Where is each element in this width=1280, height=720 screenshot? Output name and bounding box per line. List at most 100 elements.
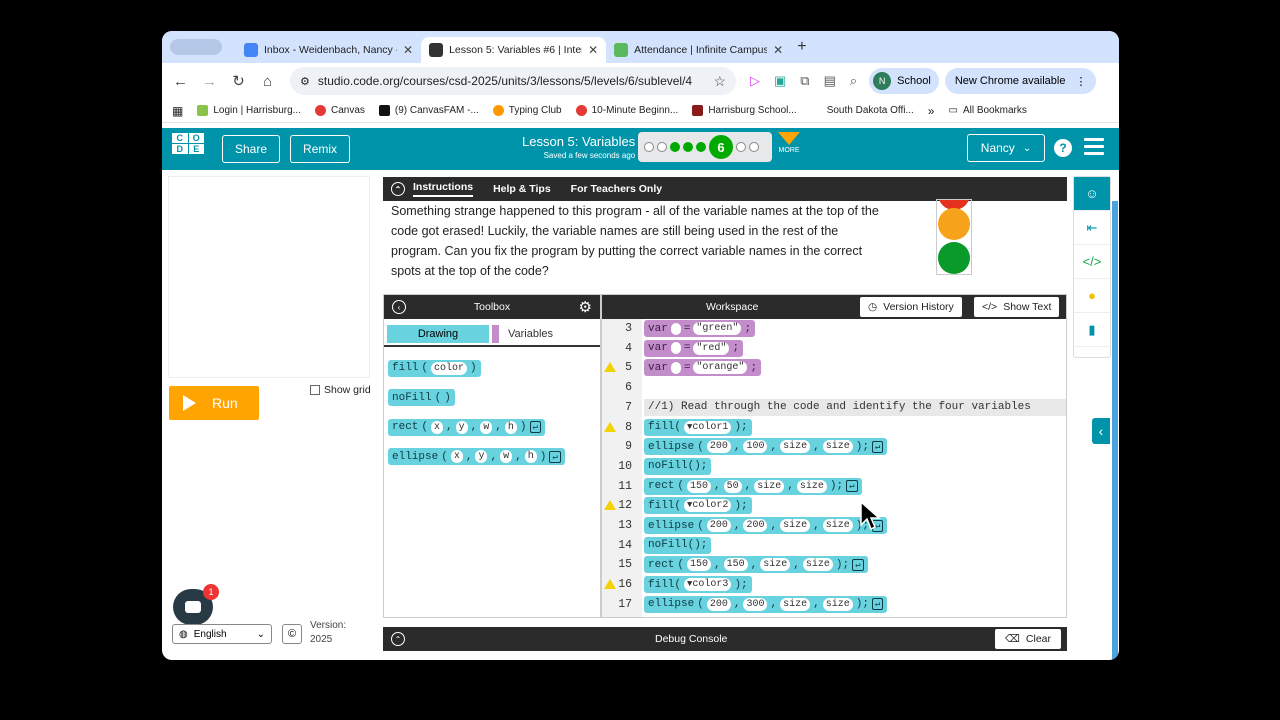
visualization-canvas[interactable] bbox=[168, 176, 370, 378]
level-dot[interactable] bbox=[696, 142, 706, 152]
block-arg[interactable]: size bbox=[780, 519, 811, 532]
warning-icon[interactable] bbox=[604, 500, 616, 511]
block-arg[interactable]: w bbox=[500, 450, 513, 463]
chevron-left-icon[interactable]: ‹ bbox=[1092, 418, 1110, 444]
gear-icon[interactable]: ⚙ bbox=[579, 298, 592, 316]
profile-chip[interactable]: N School bbox=[869, 68, 939, 94]
block-arg[interactable]: 50 bbox=[723, 479, 742, 493]
copyright-button[interactable]: © bbox=[282, 624, 302, 644]
code-area[interactable]: 3 var = "green"; 4 var = "red"; 5 var = "orange"; 6 7… bbox=[602, 319, 1066, 617]
block-arg[interactable]: y bbox=[455, 420, 468, 434]
block-arg[interactable]: 200 bbox=[706, 519, 731, 532]
block-arg[interactable]: size bbox=[760, 558, 791, 572]
language-select[interactable]: ◍ English ⌄ bbox=[172, 624, 272, 644]
warning-icon[interactable] bbox=[604, 362, 616, 373]
show-text-button[interactable]: </> Show Text bbox=[974, 297, 1060, 317]
code-org-logo[interactable]: C O D E bbox=[172, 133, 204, 165]
var-block[interactable]: var = "red"; bbox=[644, 339, 744, 357]
category-drawing[interactable]: Drawing bbox=[387, 325, 489, 343]
collapse-icon[interactable]: ⌃ bbox=[391, 182, 405, 196]
more-bookmarks-icon[interactable]: » bbox=[928, 104, 935, 118]
block-arg[interactable]: size bbox=[822, 440, 853, 454]
tab-teachers-only[interactable]: For Teachers Only bbox=[571, 183, 662, 195]
block-arg[interactable]: size bbox=[796, 479, 827, 493]
warning-icon[interactable] bbox=[604, 421, 616, 432]
site-settings-icon[interactable]: ⚙ bbox=[300, 75, 310, 88]
tab-group-chip[interactable] bbox=[170, 39, 222, 55]
forward-icon[interactable]: → bbox=[195, 73, 224, 90]
bookmark-item[interactable]: (9) CanvasFAM -... bbox=[378, 105, 479, 116]
block-arg[interactable]: y bbox=[475, 450, 488, 463]
block-arg[interactable]: 200 bbox=[706, 597, 731, 611]
warning-icon[interactable] bbox=[604, 579, 616, 590]
block-arg[interactable]: 300 bbox=[743, 597, 768, 611]
close-icon[interactable]: ✕ bbox=[403, 43, 413, 57]
block-arg[interactable]: w bbox=[480, 420, 493, 434]
variable-dropdown[interactable]: ▼color3 bbox=[684, 578, 732, 592]
block-arg[interactable]: size bbox=[822, 519, 853, 532]
code-icon[interactable]: </> bbox=[1074, 245, 1110, 279]
block-arg[interactable]: h bbox=[504, 420, 517, 434]
user-menu[interactable]: Nancy ⌄ bbox=[967, 134, 1045, 162]
run-button[interactable]: Run bbox=[169, 386, 259, 420]
scrollbar[interactable] bbox=[1112, 201, 1118, 660]
tab-search-icon[interactable]: ⌕ bbox=[850, 73, 857, 89]
bookmark-item[interactable]: Canvas bbox=[314, 105, 365, 116]
variable-name-slot[interactable] bbox=[670, 361, 681, 374]
collapse-left-icon[interactable]: ‹ bbox=[392, 300, 406, 314]
string-value[interactable]: "orange" bbox=[693, 361, 748, 375]
nofill-block[interactable]: noFill(); bbox=[644, 536, 712, 554]
more-levels-button[interactable]: MORE bbox=[776, 132, 802, 154]
block-rect[interactable]: rect(x, y, w, h) ↵ bbox=[388, 418, 545, 436]
level-dot[interactable] bbox=[736, 142, 746, 152]
block-arg[interactable]: 150 bbox=[687, 558, 712, 572]
clear-button[interactable]: ⌫ Clear bbox=[995, 629, 1061, 649]
bookmark-item[interactable]: Typing Club bbox=[492, 105, 562, 116]
remix-button[interactable]: Remix bbox=[290, 135, 351, 163]
back-icon[interactable]: ← bbox=[166, 73, 195, 90]
bookmark-item[interactable]: Login | Harrisburg... bbox=[197, 105, 301, 116]
collapse-panel-icon[interactable]: ⇤ bbox=[1074, 211, 1110, 245]
level-dot[interactable] bbox=[644, 142, 654, 152]
url-bar[interactable]: ⚙ studio.code.org/courses/csd-2025/units… bbox=[290, 67, 736, 95]
extension-icon[interactable]: ▷ bbox=[750, 73, 760, 89]
close-icon[interactable]: ✕ bbox=[588, 43, 598, 57]
current-level-dot[interactable]: 6 bbox=[709, 135, 733, 159]
version-history-button[interactable]: ◷ Version History bbox=[860, 297, 962, 317]
hamburger-menu-icon[interactable] bbox=[1084, 138, 1104, 159]
reading-list-icon[interactable]: ▤ bbox=[824, 73, 836, 89]
all-bookmarks[interactable]: ▭ All Bookmarks bbox=[948, 105, 1026, 116]
block-arg[interactable]: size bbox=[780, 440, 811, 454]
block-arg[interactable]: size bbox=[754, 479, 785, 493]
bookmark-item[interactable]: South Dakota Offi... bbox=[810, 105, 914, 116]
bookmark-item[interactable]: 10-Minute Beginn... bbox=[575, 105, 678, 116]
share-button[interactable]: Share bbox=[222, 135, 281, 163]
block-arg[interactable]: x bbox=[450, 450, 463, 463]
block-arg[interactable]: h bbox=[524, 450, 537, 463]
block-arg[interactable]: 100 bbox=[743, 440, 768, 454]
category-variables[interactable]: Variables bbox=[492, 325, 553, 343]
variable-dropdown[interactable]: ▼color1 bbox=[684, 420, 732, 434]
book-icon[interactable]: ▮ bbox=[1074, 313, 1110, 347]
expand-icon[interactable]: ⌃ bbox=[391, 632, 405, 646]
reload-icon[interactable]: ↻ bbox=[224, 72, 253, 90]
block-fill[interactable]: fill(color) bbox=[388, 359, 481, 377]
block-arg[interactable]: color bbox=[431, 361, 468, 375]
bookmark-item[interactable]: Harrisburg School... bbox=[692, 105, 797, 116]
close-icon[interactable]: ✕ bbox=[773, 43, 783, 57]
bookmark-star-icon[interactable]: ☆ bbox=[713, 73, 726, 90]
nofill-block[interactable]: noFill(); bbox=[644, 457, 712, 475]
block-arg[interactable]: size bbox=[822, 597, 853, 611]
string-value[interactable]: "green" bbox=[693, 322, 742, 335]
rect-block[interactable]: rect(150, 150, size, size); ↵ bbox=[644, 556, 868, 574]
tab-help-tips[interactable]: Help & Tips bbox=[493, 183, 551, 195]
update-chip[interactable]: New Chrome available ⋮ bbox=[944, 68, 1097, 94]
fill-block[interactable]: fill(▼color2); bbox=[644, 497, 752, 515]
block-arg[interactable]: 200 bbox=[706, 440, 731, 454]
new-tab-icon[interactable]: + bbox=[797, 38, 806, 56]
block-arg[interactable]: x bbox=[431, 420, 444, 434]
home-icon[interactable]: ⌂ bbox=[253, 73, 282, 90]
show-grid-checkbox[interactable] bbox=[310, 385, 320, 395]
tab-instructions[interactable]: Instructions bbox=[413, 181, 474, 197]
kebab-menu-icon[interactable]: ⋮ bbox=[1075, 75, 1086, 88]
